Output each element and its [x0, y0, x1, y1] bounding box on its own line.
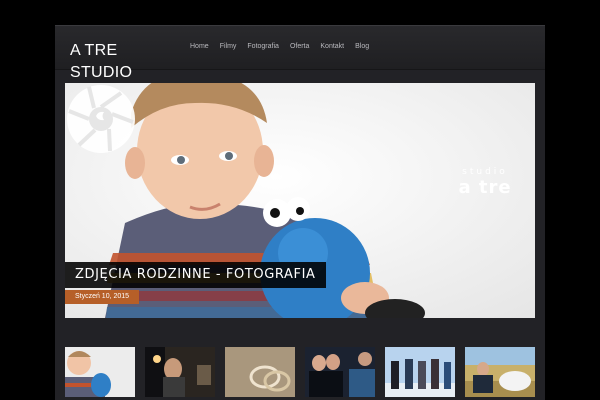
logo-line-1: A TRE [70, 42, 118, 59]
thumbnail-1[interactable] [65, 347, 135, 397]
thumbnail-image [225, 347, 295, 397]
thumbnail-strip [65, 347, 545, 397]
aperture-logo-icon [67, 85, 135, 153]
logo-line-2: STUDIO [70, 64, 133, 81]
thumbnail-4[interactable] [305, 347, 375, 397]
watermark-studio-text: studio [462, 167, 508, 177]
thumbnail-image [385, 347, 455, 397]
thumbnail-image [305, 347, 375, 397]
thumbnail-image [465, 347, 535, 397]
nav-item-blog[interactable]: Blog [355, 43, 369, 50]
nav-item-oferta[interactable]: Oferta [290, 43, 309, 50]
main-nav: Home Filmy Fotografia Oferta Kontakt Blo… [190, 43, 380, 50]
watermark-atre-text: a tre [458, 177, 512, 198]
site-frame: A TRE STUDIO Home Filmy Fotografia Ofert… [55, 25, 545, 400]
post-title[interactable]: ZDJĘCIA RODZINNE - FOTOGRAFIA [65, 262, 326, 288]
thumbnail-3[interactable] [225, 347, 295, 397]
thumbnail-6[interactable] [465, 347, 535, 397]
post-date-badge: Styczeń 10, 2015 [65, 290, 139, 304]
thumbnail-2[interactable] [145, 347, 215, 397]
thumbnail-image [65, 347, 135, 397]
nav-item-home[interactable]: Home [190, 43, 209, 50]
site-logo[interactable]: A TRE STUDIO [70, 40, 132, 84]
hero-slider[interactable]: studio a tre ZDJĘCIA RODZINNE - FOTOGRAF… [65, 83, 535, 318]
thumbnail-5[interactable] [385, 347, 455, 397]
site-header: A TRE STUDIO Home Filmy Fotografia Ofert… [55, 26, 545, 81]
thumbnail-image [145, 347, 215, 397]
nav-item-filmy[interactable]: Filmy [220, 43, 237, 50]
nav-item-fotografia[interactable]: Fotografia [247, 43, 279, 50]
nav-item-kontakt[interactable]: Kontakt [320, 43, 344, 50]
